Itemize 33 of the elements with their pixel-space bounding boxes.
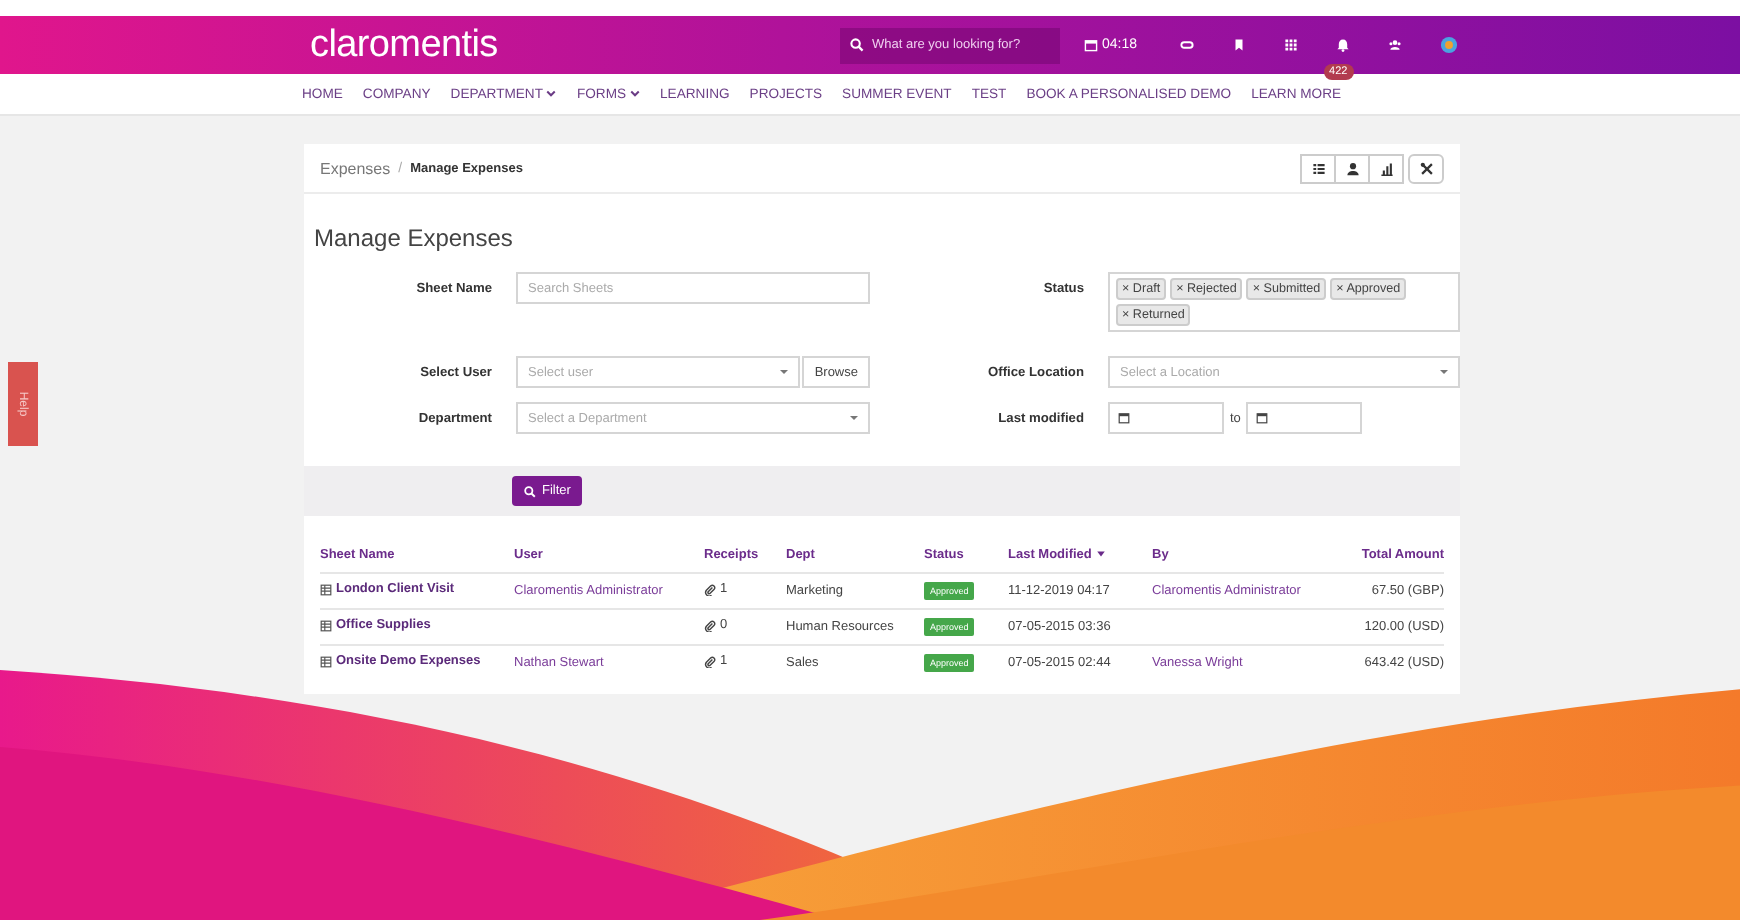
bell-icon[interactable] (1336, 38, 1351, 52)
date-field[interactable] (1246, 402, 1363, 434)
calendar-icon (1084, 38, 1098, 52)
dropdown-arrow-icon (780, 370, 789, 374)
search-icon (524, 485, 536, 497)
list-view-button[interactable] (1300, 153, 1336, 183)
user-icon (1345, 161, 1359, 175)
calendar-icon (1256, 412, 1269, 424)
list-icon (1311, 161, 1325, 175)
sheet-icon (320, 619, 332, 632)
search-icon (850, 38, 864, 52)
date-field[interactable] (1108, 402, 1224, 434)
paperclip-icon (704, 619, 716, 632)
breadcrumb-link[interactable]: Expenses (320, 159, 391, 177)
sheet-icon (320, 583, 332, 596)
avatar-icon[interactable] (1440, 36, 1459, 54)
dropdown-arrow-icon (1440, 370, 1448, 374)
people-icon[interactable] (1388, 38, 1403, 52)
logo[interactable]: claromentis (310, 23, 840, 67)
tools-button[interactable] (1408, 153, 1444, 183)
chart-button[interactable] (1368, 153, 1404, 183)
paperclip-icon (704, 583, 716, 596)
dropdown-arrow-icon (850, 416, 858, 420)
grid-icon[interactable] (1284, 38, 1299, 52)
paperclip-icon (704, 655, 716, 668)
bar-chart-icon (1379, 161, 1393, 175)
bookmark-icon[interactable] (1232, 38, 1247, 52)
link-icon[interactable] (1180, 38, 1195, 52)
calendar-icon (1118, 412, 1130, 424)
tools-icon (1419, 161, 1433, 175)
sheet-icon (320, 655, 332, 668)
user-button[interactable] (1334, 153, 1370, 183)
page-title: Manage Expenses (314, 224, 515, 252)
